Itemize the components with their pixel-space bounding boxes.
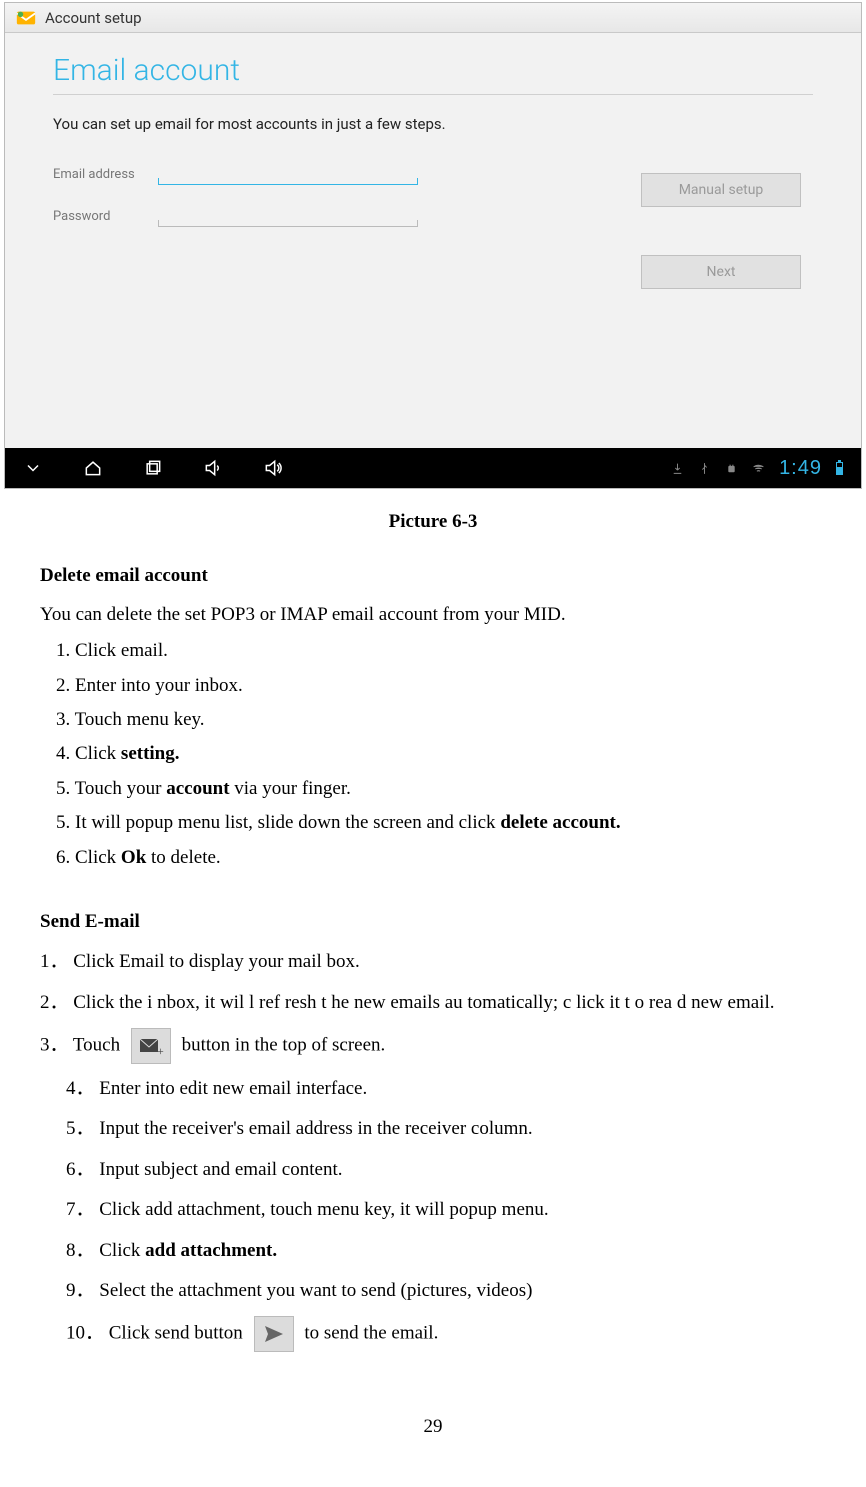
send-step: 6． Input subject and email content. bbox=[40, 1155, 826, 1185]
delete-step: 4. Click setting. bbox=[56, 739, 826, 769]
page-number: 29 bbox=[40, 1412, 826, 1442]
send-step: 8． Click add attachment. bbox=[40, 1236, 826, 1266]
embedded-screenshot: Account setup Email account You can set … bbox=[4, 2, 862, 489]
send-icon bbox=[254, 1316, 294, 1352]
password-label: Password bbox=[53, 209, 158, 224]
download-icon bbox=[671, 462, 684, 475]
figure-caption: Picture 6-3 bbox=[40, 507, 826, 537]
recent-icon[interactable] bbox=[143, 458, 163, 478]
home-icon[interactable] bbox=[83, 458, 103, 478]
clock: 1:49 bbox=[779, 457, 822, 480]
send-step: 3． Touch + button in the top of screen. bbox=[40, 1028, 826, 1064]
wifi-icon bbox=[752, 462, 765, 475]
password-field[interactable] bbox=[158, 205, 418, 227]
battery-icon bbox=[836, 462, 843, 475]
email-field[interactable] bbox=[158, 163, 418, 185]
delete-heading: Delete email account bbox=[40, 561, 826, 591]
back-icon[interactable] bbox=[23, 458, 43, 478]
delete-intro: You can delete the set POP3 or IMAP emai… bbox=[40, 600, 826, 630]
volume-up-icon[interactable] bbox=[263, 458, 283, 478]
send-step: 9． Select the attachment you want to sen… bbox=[40, 1276, 826, 1306]
document-body: Picture 6-3 Delete email account You can… bbox=[0, 489, 866, 1443]
system-navbar: 1:49 bbox=[5, 448, 861, 488]
app-title: Account setup bbox=[45, 9, 142, 27]
screen-heading: Email account bbox=[53, 53, 813, 95]
send-step: 10． Click send button to send the email. bbox=[40, 1316, 826, 1352]
delete-steps: 1. Click email. 2. Enter into your inbox… bbox=[40, 636, 826, 873]
delete-step: 5. It will popup menu list, slide down t… bbox=[56, 808, 826, 838]
email-app-icon bbox=[15, 7, 37, 29]
svg-text:+: + bbox=[157, 1044, 164, 1056]
compose-icon: + bbox=[131, 1028, 171, 1064]
send-steps: 1． Click Email to display your mail box.… bbox=[40, 947, 826, 1352]
setup-screen: Email account You can set up email for m… bbox=[5, 33, 861, 448]
send-step: 5． Input the receiver's email address in… bbox=[40, 1114, 826, 1144]
next-button[interactable]: Next bbox=[641, 255, 801, 289]
volume-down-icon[interactable] bbox=[203, 458, 223, 478]
send-step: 2． Click the i nbox, it wil l ref resh t… bbox=[40, 988, 826, 1018]
delete-step: 1. Click email. bbox=[56, 636, 826, 666]
android-icon bbox=[725, 462, 738, 475]
send-step: 4． Enter into edit new email interface. bbox=[40, 1074, 826, 1104]
delete-step: 3. Touch menu key. bbox=[56, 705, 826, 735]
delete-step: 5. Touch your account via your finger. bbox=[56, 774, 826, 804]
email-label: Email address bbox=[53, 167, 158, 182]
send-step: 7． Click add attachment, touch menu key,… bbox=[40, 1195, 826, 1225]
delete-step: 6. Click Ok to delete. bbox=[56, 843, 826, 873]
app-titlebar: Account setup bbox=[5, 3, 861, 33]
delete-step: 2. Enter into your inbox. bbox=[56, 671, 826, 701]
send-step: 1． Click Email to display your mail box. bbox=[40, 947, 826, 977]
usb-icon bbox=[698, 462, 711, 475]
screen-subtitle: You can set up email for most accounts i… bbox=[53, 115, 813, 133]
manual-setup-button[interactable]: Manual setup bbox=[641, 173, 801, 207]
send-heading: Send E-mail bbox=[40, 907, 826, 937]
